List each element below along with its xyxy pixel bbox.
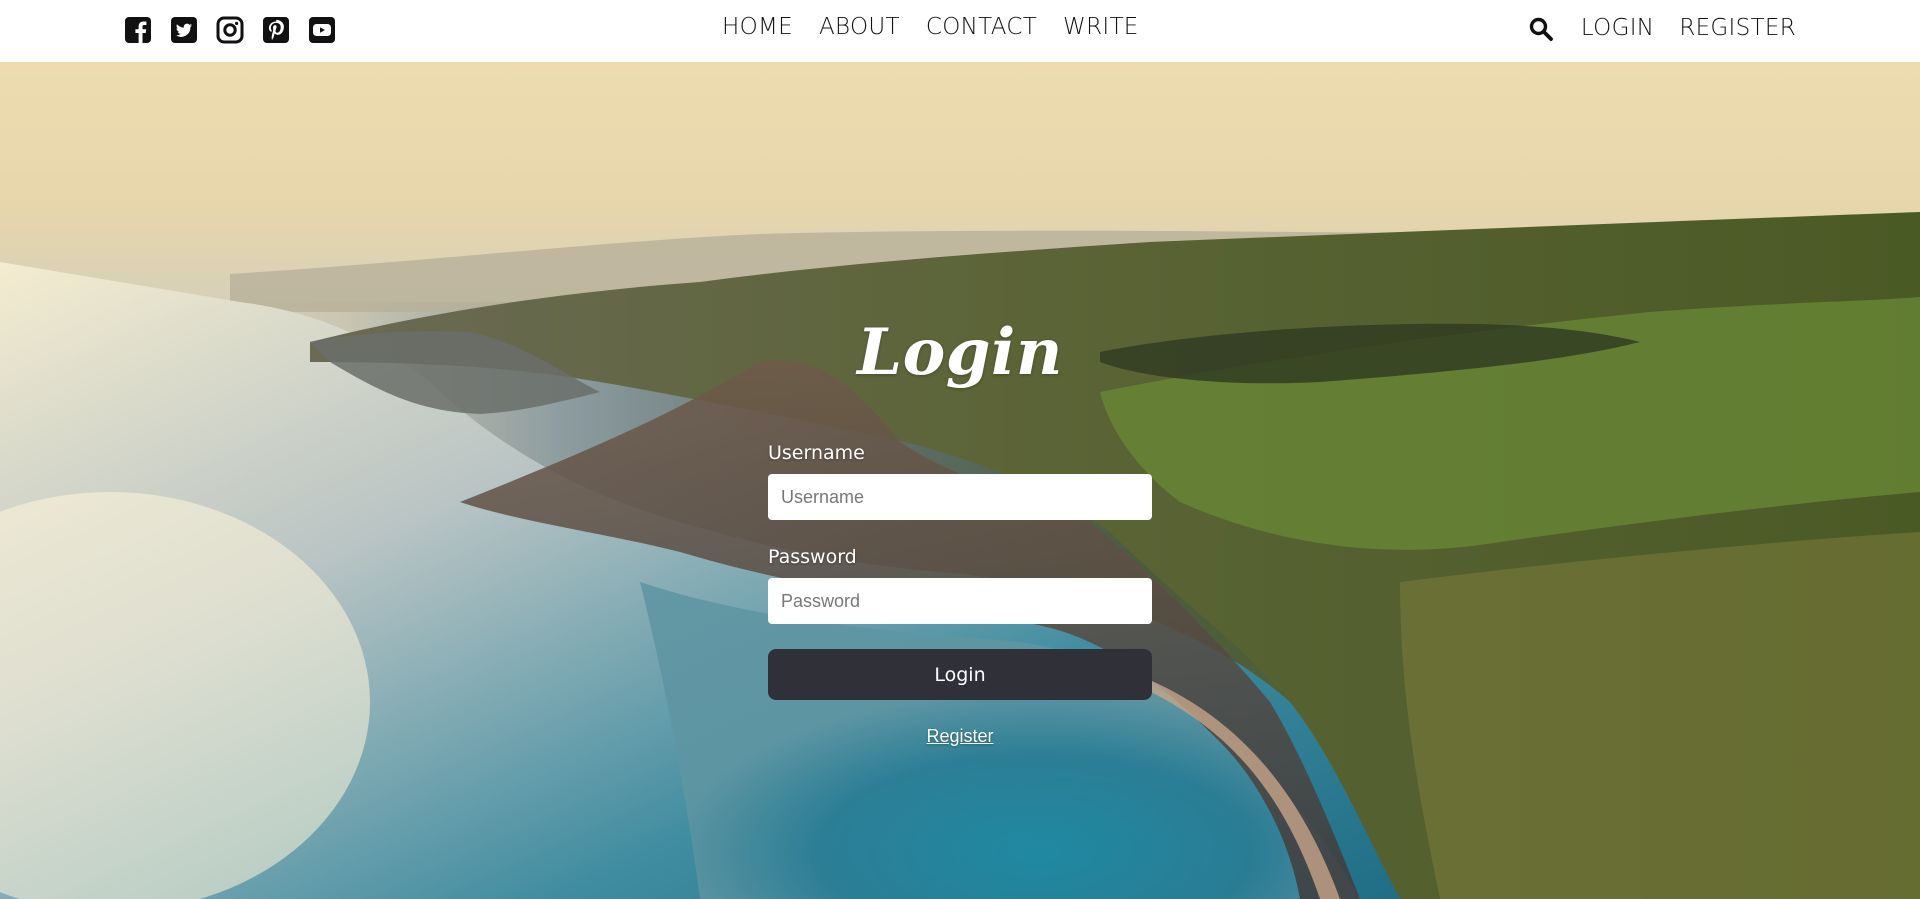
facebook-icon[interactable] — [124, 16, 152, 44]
auth-links: LOGIN REGISTER — [1528, 14, 1796, 42]
login-title: Login — [857, 315, 1063, 390]
login-button[interactable]: Login — [768, 649, 1152, 700]
nav-about[interactable]: ABOUT — [819, 14, 900, 40]
password-label: Password — [768, 546, 857, 568]
nav-write[interactable]: WRITE — [1063, 14, 1139, 40]
instagram-icon[interactable] — [216, 16, 244, 44]
username-label: Username — [768, 442, 865, 464]
nav-home[interactable]: HOME — [722, 14, 793, 40]
search-icon[interactable] — [1528, 16, 1554, 42]
password-input[interactable] — [768, 578, 1152, 624]
twitter-icon[interactable] — [170, 16, 198, 44]
nav-login[interactable]: LOGIN — [1581, 15, 1654, 41]
login-form: Username Password Login Register — [768, 442, 1152, 747]
login-hero-background: Login Username Password Login Register — [0, 62, 1920, 899]
username-input[interactable] — [768, 474, 1152, 520]
main-nav: HOME ABOUT CONTACT WRITE — [722, 14, 1139, 40]
pinterest-icon[interactable] — [262, 16, 290, 44]
register-link[interactable]: Register — [768, 726, 1152, 747]
nav-contact[interactable]: CONTACT — [926, 14, 1037, 40]
youtube-icon[interactable] — [308, 16, 336, 44]
top-navigation-bar: HOME ABOUT CONTACT WRITE LOGIN REGISTER — [0, 0, 1920, 62]
social-links — [124, 16, 336, 44]
nav-register[interactable]: REGISTER — [1679, 15, 1796, 41]
